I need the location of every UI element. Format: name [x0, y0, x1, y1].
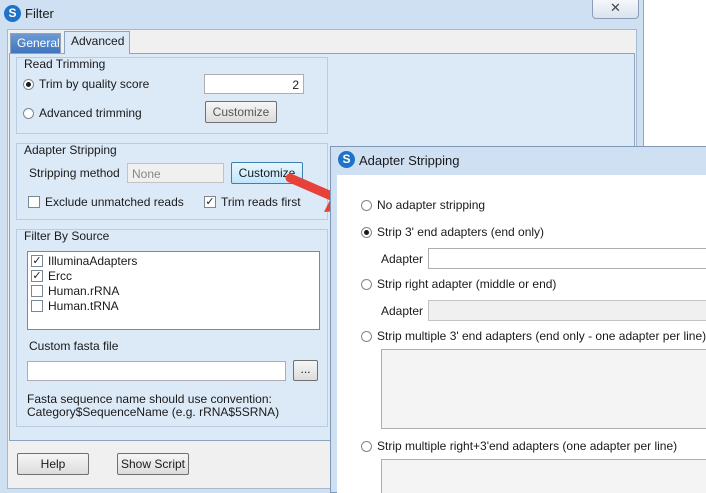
strip-3end-label: Strip 3' end adapters (end only) [377, 225, 545, 239]
list-item-checkbox[interactable] [31, 300, 43, 312]
strip-multi-right-radio[interactable] [361, 441, 372, 452]
custom-fasta-input[interactable] [27, 361, 286, 381]
help-button[interactable]: Help [17, 453, 89, 475]
dialog-logo-icon: S [338, 151, 355, 168]
no-adapter-label: No adapter stripping [377, 198, 486, 212]
window-title: Filter [25, 6, 54, 21]
quality-score-value: 2 [292, 78, 299, 92]
filter-by-source-title: Filter By Source [24, 229, 110, 243]
list-item-checkbox[interactable]: ✓ [31, 270, 43, 282]
strip-multi-3end-label: Strip multiple 3' end adapters (end only… [377, 329, 706, 343]
trim-quality-label: Trim by quality score [39, 77, 150, 91]
list-item-label: IlluminaAdapters [48, 254, 138, 268]
stripping-method-field: None [127, 163, 224, 183]
strip-right-label: Strip right adapter (middle or end) [377, 277, 557, 291]
strip-right-radio[interactable] [361, 279, 372, 290]
tab-advanced[interactable]: Advanced [64, 31, 130, 54]
multi-right-textarea[interactable] [381, 459, 706, 493]
advanced-trimming-radio[interactable] [23, 108, 34, 119]
custom-fasta-label: Custom fasta file [29, 339, 119, 353]
browse-button[interactable]: ... [293, 360, 318, 381]
list-item-label: Ercc [48, 269, 72, 283]
fasta-hint-line1: Fasta sequence name should use conventio… [27, 392, 272, 406]
exclude-unmatched-checkbox[interactable] [28, 196, 40, 208]
list-item-label: Human.rRNA [48, 284, 120, 298]
adapter-label: Adapter [381, 252, 424, 266]
show-script-button[interactable]: Show Script [117, 453, 189, 475]
strip-3end-radio[interactable] [361, 227, 372, 238]
exclude-unmatched-label: Exclude unmatched reads [45, 195, 184, 209]
tab-general[interactable]: General [10, 33, 61, 53]
list-item-checkbox[interactable] [31, 285, 43, 297]
strip-multi-3end-radio[interactable] [361, 331, 372, 342]
list-item-label: Human.tRNA [48, 299, 119, 313]
advanced-trimming-label: Advanced trimming [39, 106, 142, 120]
list-item-checkbox[interactable]: ✓ [31, 255, 43, 267]
adapter-stripping-title: Adapter Stripping [24, 143, 117, 157]
stripping-method-label: Stripping method [29, 166, 120, 180]
strip-multi-right-label: Strip multiple right+3'end adapters (one… [377, 439, 678, 453]
multi-3end-textarea[interactable] [381, 349, 706, 429]
read-trimming-title: Read Trimming [24, 57, 106, 71]
dialog-title: Adapter Stripping [359, 153, 460, 168]
adapter-3end-input[interactable] [428, 248, 706, 269]
trim-reads-first-checkbox[interactable]: ✓ [204, 196, 216, 208]
quality-score-input[interactable]: 2 [204, 74, 304, 94]
adapter-right-input [428, 300, 706, 321]
trim-customize-button[interactable]: Customize [205, 101, 277, 123]
no-adapter-radio[interactable] [361, 200, 372, 211]
close-button[interactable]: ✕ [592, 0, 639, 19]
title-bar: S Filter ✕ [0, 0, 644, 28]
stripping-method-value: None [132, 167, 161, 181]
app-logo-icon: S [4, 5, 21, 22]
source-list[interactable]: ✓ IlluminaAdapters ✓ Ercc Human.rRNA Hum… [27, 251, 320, 330]
trim-quality-radio[interactable] [23, 79, 34, 90]
fasta-hint-line2: Category$SequenceName (e.g. rRNA$5SRNA) [27, 405, 280, 419]
adapter-label: Adapter [381, 304, 424, 318]
